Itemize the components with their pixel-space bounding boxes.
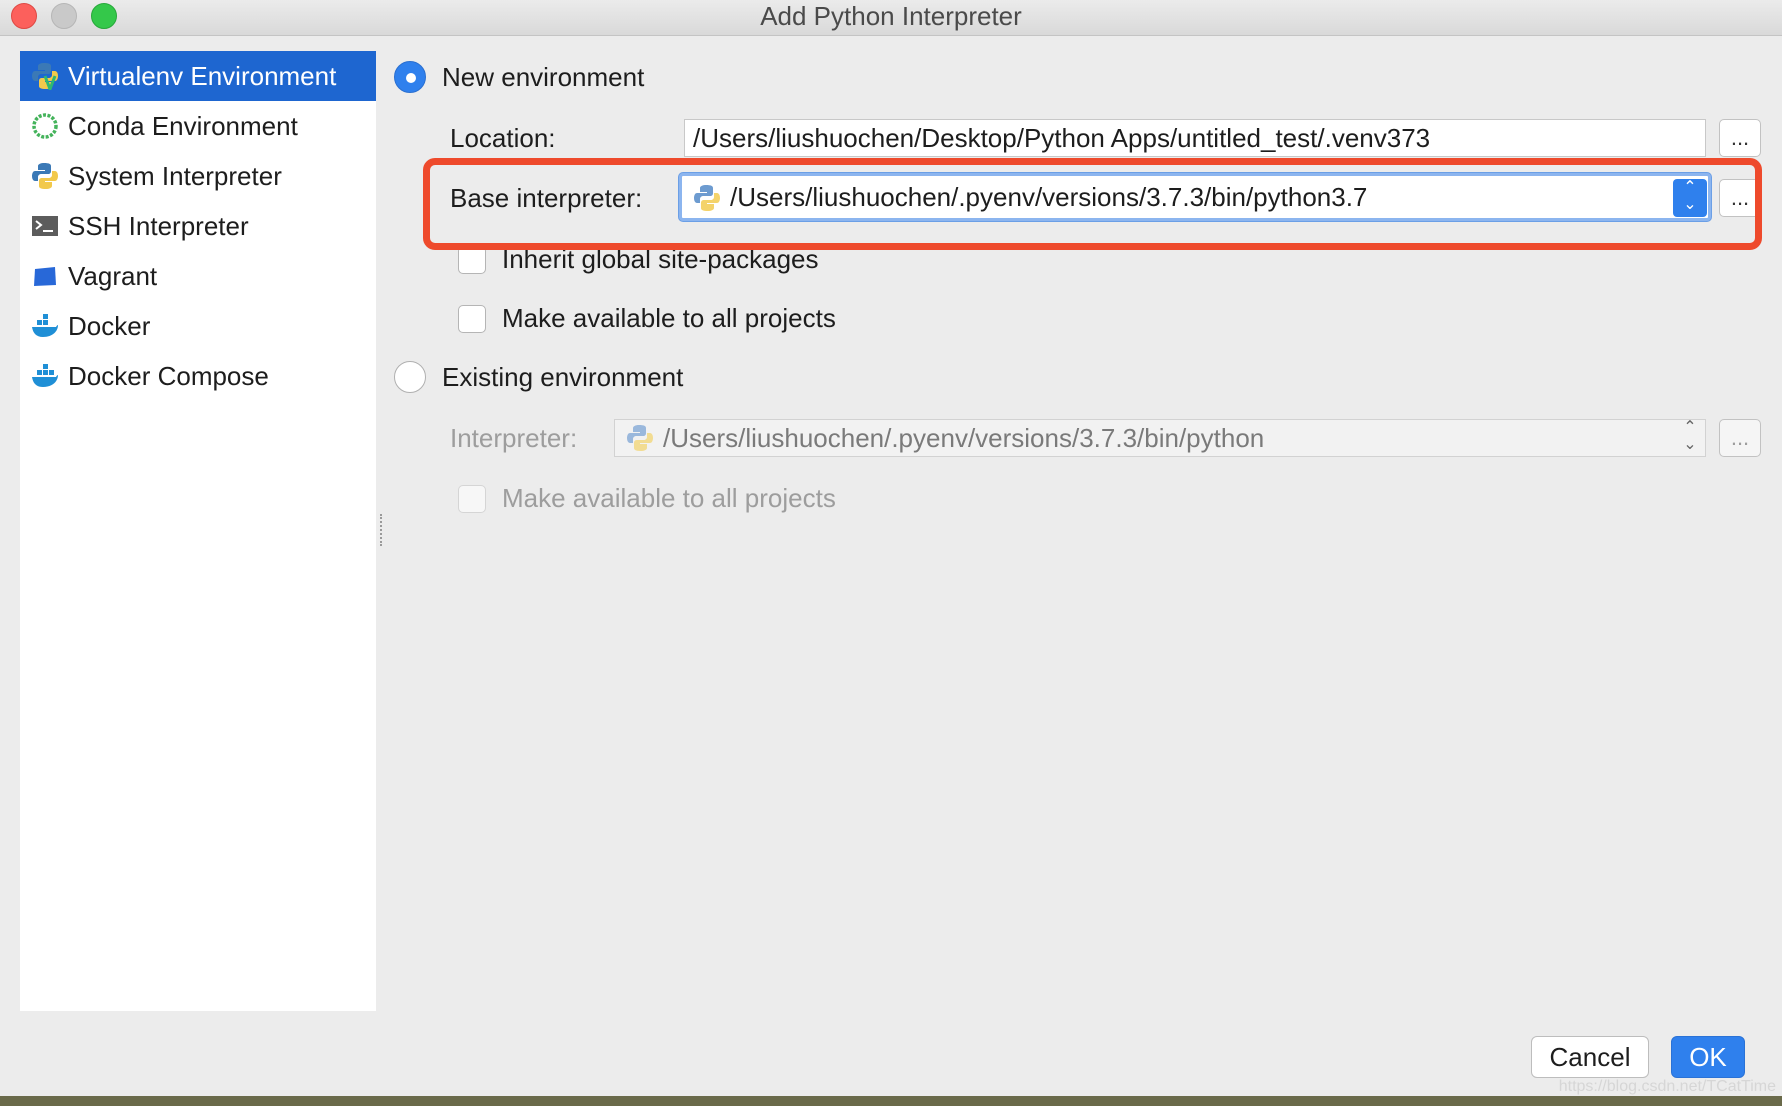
sidebar-item-system[interactable]: System Interpreter (20, 151, 376, 201)
window-title: Add Python Interpreter (760, 1, 1022, 31)
background-strip (0, 1096, 1782, 1106)
make-available-label: Make available to all projects (502, 303, 836, 333)
sidebar-item-label: Docker (68, 311, 151, 341)
sidebar-item-ssh[interactable]: SSH Interpreter (20, 201, 376, 251)
title-bar: Add Python Interpreter (0, 0, 1782, 36)
existing-environment-label: Existing environment (442, 362, 684, 392)
location-browse-button[interactable]: ... (1719, 119, 1761, 157)
python-icon (32, 163, 58, 189)
existing-interpreter-select[interactable]: /Users/liushuochen/.pyenv/versions/3.7.3… (614, 419, 1706, 457)
sidebar-item-label: System Interpreter (68, 161, 282, 191)
ok-button[interactable]: OK (1671, 1036, 1745, 1078)
virtualenv-icon (32, 63, 58, 90)
sidebar-item-virtualenv[interactable]: Virtualenv Environment (20, 51, 376, 101)
sidebar-item-label: Virtualenv Environment (68, 61, 337, 91)
cancel-button[interactable]: Cancel (1531, 1036, 1649, 1078)
inherit-site-packages-checkbox[interactable] (458, 246, 486, 274)
sidebar-item-docker-compose[interactable]: Docker Compose (20, 351, 376, 401)
new-environment-label: New environment (442, 62, 645, 92)
sidebar-item-conda[interactable]: Conda Environment (20, 101, 376, 151)
existing-environment-radio[interactable] (394, 361, 426, 393)
vagrant-icon (34, 267, 56, 286)
add-python-interpreter-dialog: Add Python Interpreter Virtualenv Enviro… (0, 0, 1782, 1106)
sidebar-item-label: Docker Compose (68, 361, 269, 391)
highlight-annotation-box (423, 158, 1762, 250)
sidebar-item-label: SSH Interpreter (68, 211, 249, 241)
sidebar-item-docker[interactable]: Docker (20, 301, 376, 351)
docker-icon (32, 314, 58, 337)
sidebar-item-label: Conda Environment (68, 111, 298, 141)
terminal-icon (32, 216, 58, 236)
existing-interpreter-value: /Users/liushuochen/.pyenv/versions/3.7.3… (663, 423, 1265, 453)
new-environment-radio[interactable] (394, 61, 426, 93)
conda-icon (32, 113, 58, 139)
python-icon (627, 425, 653, 451)
existing-interpreter-dropdown-icon[interactable]: ⌃ ⌄ (1673, 419, 1707, 457)
location-label: Location: (450, 123, 556, 153)
location-field[interactable]: /Users/liushuochen/Desktop/Python Apps/u… (684, 119, 1706, 157)
interpreter-type-sidebar: Virtualenv Environment Conda Environment… (20, 51, 376, 1011)
sidebar-item-vagrant[interactable]: Vagrant (20, 251, 376, 301)
existing-make-available-label: Make available to all projects (502, 483, 836, 513)
docker-compose-icon (32, 364, 58, 387)
interpreter-label: Interpreter: (450, 423, 578, 453)
sidebar-item-label: Vagrant (68, 261, 158, 291)
watermark-text: https://blog.csdn.net/TCatTime (1558, 1078, 1776, 1095)
existing-make-available-checkbox[interactable] (458, 485, 486, 513)
existing-interpreter-browse-button[interactable]: ... (1719, 419, 1761, 457)
make-available-checkbox[interactable] (458, 305, 486, 333)
splitter-handle[interactable] (380, 514, 386, 546)
